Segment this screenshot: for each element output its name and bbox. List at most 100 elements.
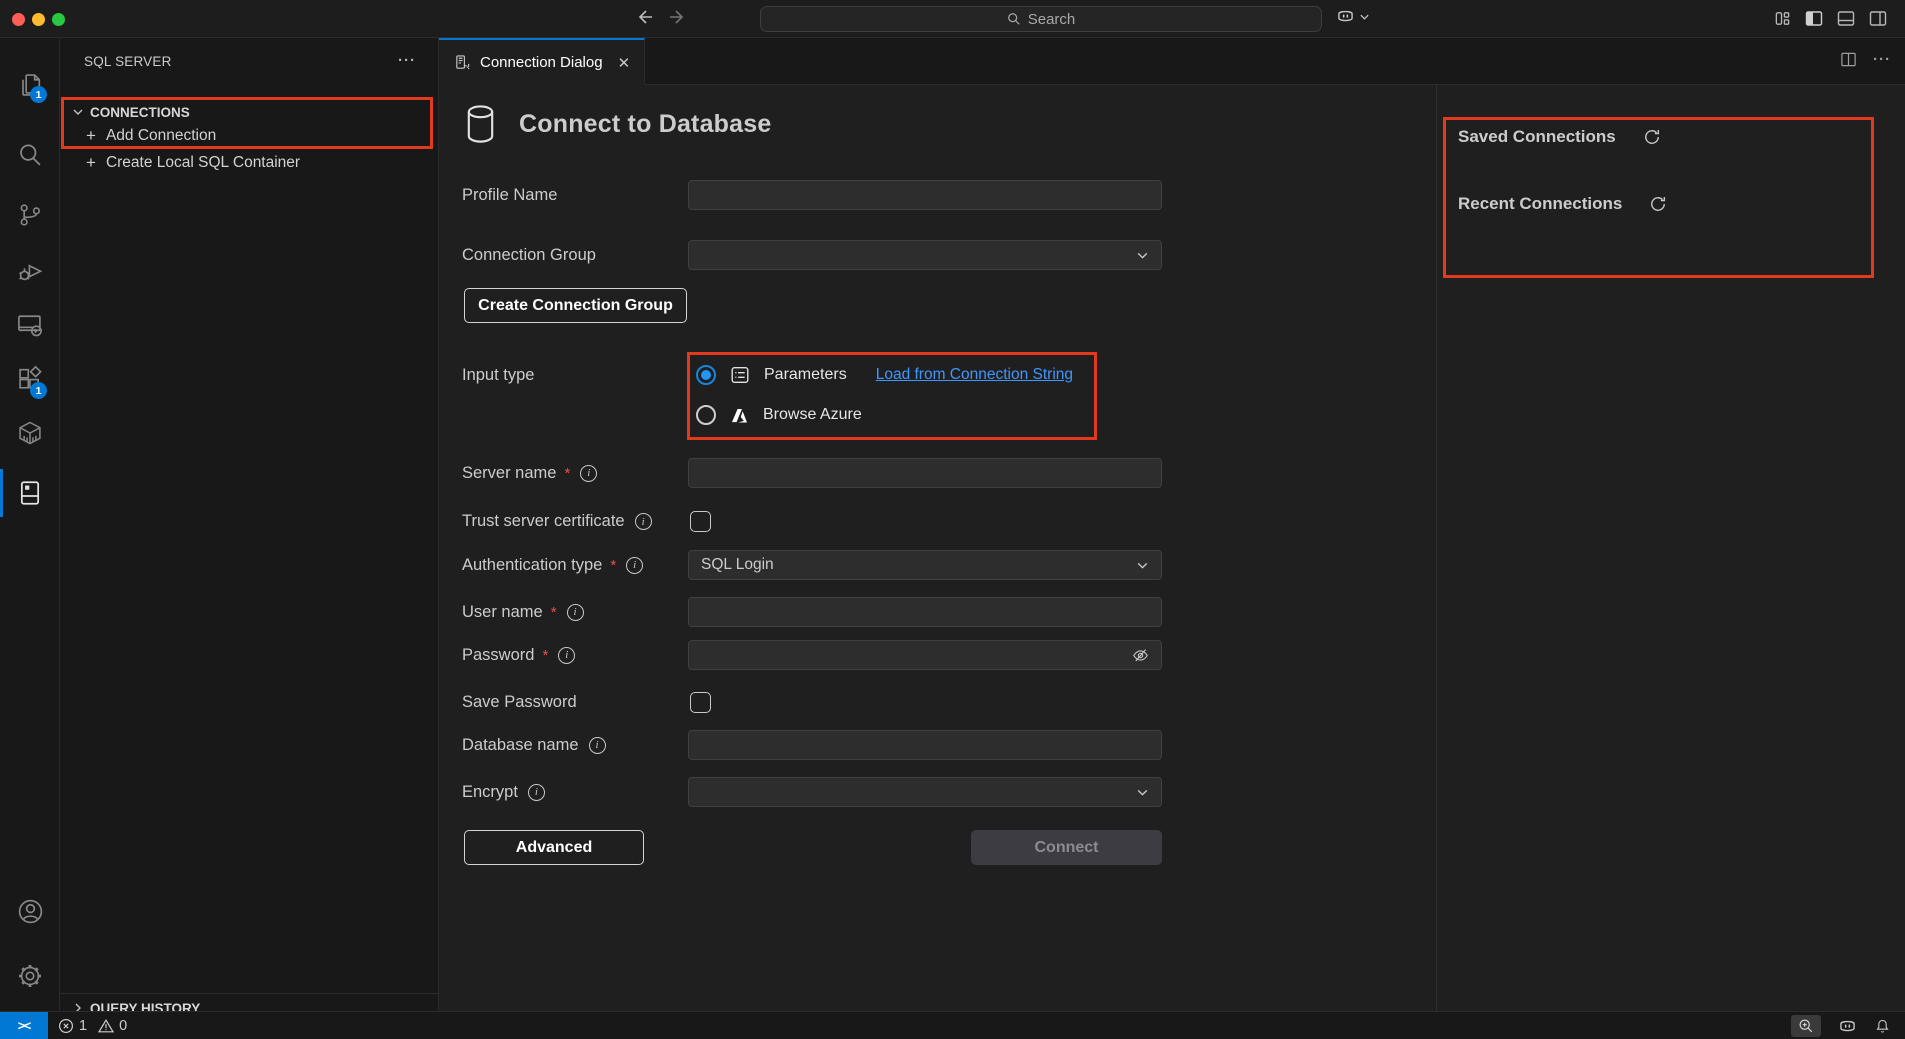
remote-indicator[interactable]: >< bbox=[0, 1012, 48, 1039]
info-icon[interactable]: i bbox=[580, 465, 597, 482]
zoom-indicator[interactable] bbox=[1791, 1015, 1821, 1037]
parameters-form-icon bbox=[729, 364, 751, 386]
dialog-title: Connect to Database bbox=[519, 110, 771, 139]
connection-group-label: Connection Group bbox=[462, 240, 682, 270]
create-connection-group-button[interactable]: Create Connection Group bbox=[464, 288, 687, 323]
toggle-secondary-sidebar-icon[interactable] bbox=[1869, 10, 1887, 27]
explorer-icon[interactable]: 1 bbox=[0, 60, 60, 110]
azure-icon bbox=[729, 405, 750, 426]
info-icon[interactable]: i bbox=[558, 647, 575, 664]
sql-server-view-icon[interactable] bbox=[0, 468, 60, 518]
refresh-icon[interactable] bbox=[1642, 127, 1662, 147]
run-and-debug-icon[interactable] bbox=[0, 246, 60, 296]
remote-icon: >< bbox=[18, 1019, 31, 1033]
radio-selected[interactable] bbox=[696, 365, 716, 385]
chevron-down-icon bbox=[1136, 786, 1149, 799]
info-icon[interactable]: i bbox=[626, 557, 643, 574]
password-input[interactable] bbox=[688, 640, 1162, 670]
database-name-input[interactable] bbox=[688, 730, 1162, 760]
connection-group-select[interactable] bbox=[688, 240, 1162, 270]
maximize-window-button[interactable] bbox=[52, 13, 65, 26]
copilot-menu-button[interactable] bbox=[1336, 8, 1370, 24]
settings-gear-icon[interactable] bbox=[0, 951, 60, 1001]
encrypt-select[interactable] bbox=[688, 777, 1162, 807]
section-divider bbox=[60, 993, 438, 994]
tab-label: Connection Dialog bbox=[480, 54, 603, 71]
server-name-label: Server name* i bbox=[462, 458, 682, 488]
source-control-icon[interactable] bbox=[0, 190, 60, 240]
toggle-panel-icon[interactable] bbox=[1837, 10, 1855, 27]
chevron-down-icon bbox=[1136, 249, 1149, 262]
editor-more-actions-icon[interactable]: ··· bbox=[1873, 51, 1891, 68]
title-bar: Search bbox=[0, 0, 1905, 38]
info-icon[interactable]: i bbox=[635, 513, 652, 530]
containers-icon[interactable] bbox=[0, 408, 60, 458]
eye-off-icon[interactable] bbox=[1131, 646, 1150, 665]
chevron-down-icon bbox=[1359, 11, 1370, 22]
input-type-parameters-option[interactable]: Parameters Load from Connection String bbox=[696, 361, 1073, 389]
profile-name-input[interactable] bbox=[688, 180, 1162, 210]
sidebar-more-actions-icon[interactable]: ··· bbox=[398, 52, 416, 69]
copilot-status-icon[interactable] bbox=[1838, 1018, 1857, 1034]
connect-button[interactable]: Connect bbox=[971, 830, 1162, 865]
input-type-browse-azure-option[interactable]: Browse Azure bbox=[696, 401, 862, 429]
search-input[interactable]: Search bbox=[760, 6, 1322, 32]
remote-explorer-icon[interactable] bbox=[0, 300, 60, 350]
refresh-icon[interactable] bbox=[1648, 194, 1668, 214]
status-bar: >< 1 0 bbox=[0, 1011, 1905, 1039]
tab-close-icon[interactable]: ✕ bbox=[618, 54, 631, 72]
info-icon[interactable]: i bbox=[567, 604, 584, 621]
connections-section-header[interactable]: CONNECTIONS bbox=[60, 100, 438, 124]
chevron-down-icon bbox=[1136, 559, 1149, 572]
problems-status[interactable]: 1 0 bbox=[58, 1012, 127, 1039]
save-password-label: Save Password bbox=[462, 692, 682, 713]
customize-layout-icon[interactable] bbox=[1774, 10, 1791, 27]
minimize-window-button[interactable] bbox=[32, 13, 45, 26]
sidebar-title: SQL SERVER bbox=[84, 54, 172, 69]
search-icon bbox=[1007, 12, 1021, 26]
error-count: 1 bbox=[79, 1018, 87, 1034]
extensions-icon[interactable]: 1 bbox=[0, 354, 60, 404]
tab-connection-dialog[interactable]: Connection Dialog ✕ bbox=[439, 38, 645, 85]
trust-server-certificate-label: Trust server certificate i bbox=[462, 511, 682, 532]
save-password-checkbox[interactable] bbox=[690, 692, 711, 713]
connections-side-panel: Saved Connections Recent Connections bbox=[1436, 85, 1905, 1011]
toggle-primary-sidebar-icon[interactable] bbox=[1805, 10, 1823, 27]
error-icon bbox=[58, 1018, 74, 1034]
trust-server-certificate-checkbox[interactable] bbox=[690, 511, 711, 532]
notifications-bell-icon[interactable] bbox=[1874, 1018, 1891, 1035]
database-name-label: Database name i bbox=[462, 730, 682, 760]
password-label: Password* i bbox=[462, 640, 682, 670]
close-window-button[interactable] bbox=[12, 13, 25, 26]
forward-arrow-icon[interactable] bbox=[668, 7, 688, 27]
search-placeholder: Search bbox=[1028, 11, 1076, 28]
sidebar-sql-server: SQL SERVER ··· CONNECTIONS + Add Connect… bbox=[60, 38, 439, 1011]
add-connection-item[interactable]: + Add Connection bbox=[60, 123, 438, 149]
copilot-icon bbox=[1336, 8, 1355, 24]
authentication-type-select[interactable]: SQL Login bbox=[688, 550, 1162, 580]
chevron-down-icon bbox=[72, 106, 84, 118]
user-name-input[interactable] bbox=[688, 597, 1162, 627]
encrypt-label: Encrypt i bbox=[462, 777, 682, 807]
info-icon[interactable]: i bbox=[589, 737, 606, 754]
load-from-connection-string-link[interactable]: Load from Connection String bbox=[876, 366, 1073, 384]
plus-icon: + bbox=[86, 126, 96, 146]
advanced-button[interactable]: Advanced bbox=[464, 830, 644, 865]
input-type-label: Input type bbox=[462, 361, 682, 389]
warning-icon bbox=[98, 1018, 114, 1034]
profile-name-label: Profile Name bbox=[462, 180, 682, 210]
accounts-icon[interactable] bbox=[0, 886, 60, 936]
back-arrow-icon[interactable] bbox=[634, 7, 654, 27]
search-view-icon[interactable] bbox=[0, 130, 60, 180]
split-editor-icon[interactable] bbox=[1840, 51, 1857, 68]
explorer-badge: 1 bbox=[30, 86, 47, 103]
editor-tab-bar: Connection Dialog ✕ ··· bbox=[439, 38, 1905, 85]
create-local-sql-container-item[interactable]: + Create Local SQL Container bbox=[60, 150, 438, 176]
authentication-type-label: Authentication type* i bbox=[462, 550, 682, 580]
server-name-input[interactable] bbox=[688, 458, 1162, 488]
info-icon[interactable]: i bbox=[528, 784, 545, 801]
connection-dialog-webview: Connect to Database Profile Name Connect… bbox=[439, 85, 1905, 1011]
warning-count: 0 bbox=[119, 1018, 127, 1034]
database-icon bbox=[462, 103, 499, 145]
radio-unselected[interactable] bbox=[696, 405, 716, 425]
